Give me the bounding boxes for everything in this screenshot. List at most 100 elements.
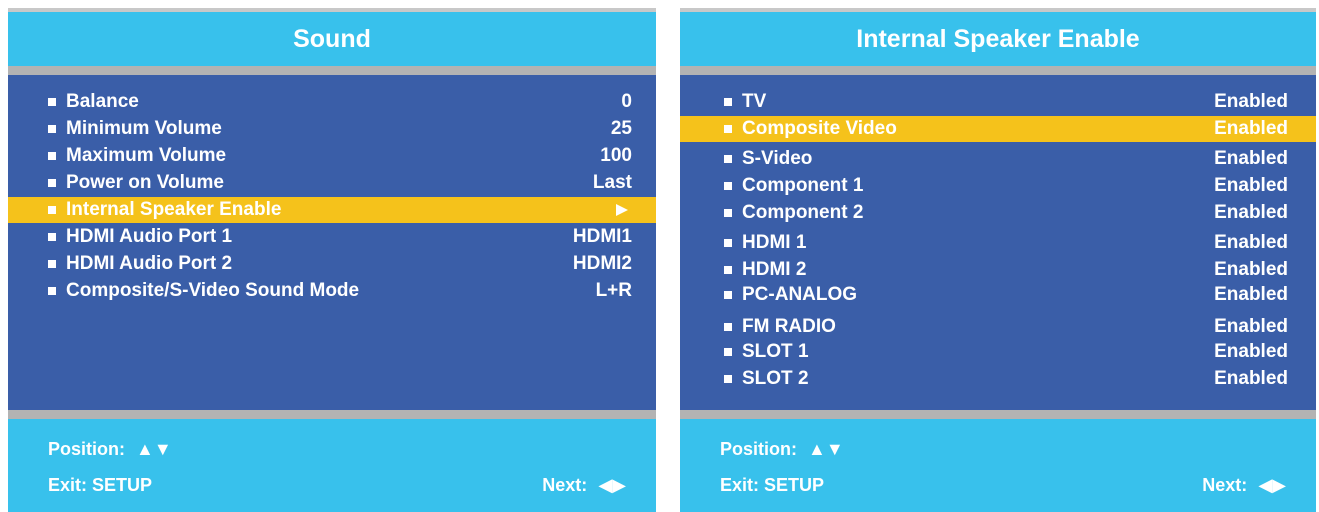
bullet-icon — [48, 287, 56, 295]
menu-item-label: Internal Speaker Enable — [66, 199, 282, 220]
sound-menu-panel: Sound Balance 0 Minimum Volume 25 Maximu… — [8, 8, 656, 512]
menu-item-component-2[interactable]: Component 2 Enabled — [680, 200, 1316, 226]
menu-item-label: FM RADIO — [742, 316, 836, 337]
bullet-icon — [724, 155, 732, 163]
bullet-icon — [724, 266, 732, 274]
menu-item-composite-svideo-sound-mode[interactable]: Composite/S-Video Sound Mode L+R — [8, 278, 656, 304]
menu-item-value: Enabled — [1214, 232, 1288, 253]
menu-item-internal-speaker-enable[interactable]: Internal Speaker Enable — [8, 197, 656, 223]
menu-item-label: HDMI Audio Port 2 — [66, 253, 233, 274]
separator — [680, 410, 1316, 419]
menu-item-label: HDMI 1 — [742, 232, 807, 253]
menu-item-hdmi-audio-port-1[interactable]: HDMI Audio Port 1 HDMI1 — [8, 224, 656, 250]
sound-menu-footer: Position: ▲▼ Exit: SETUP Next: ◀▶ — [8, 419, 656, 512]
menu-item-label: Composite Video — [742, 118, 897, 139]
menu-item-value: HDMI1 — [572, 226, 632, 247]
menu-item-balance[interactable]: Balance 0 — [8, 89, 656, 115]
sound-menu-title: Sound — [8, 12, 656, 66]
bullet-icon — [724, 348, 732, 356]
separator — [8, 410, 656, 419]
menu-item-value: L+R — [595, 280, 632, 301]
menu-item-maximum-volume[interactable]: Maximum Volume 100 — [8, 143, 656, 169]
position-hint: Position: ▲▼ — [720, 439, 844, 460]
menu-item-value: Enabled — [1214, 118, 1288, 139]
bullet-icon — [48, 260, 56, 268]
bullet-icon — [724, 98, 732, 106]
menu-item-value: Enabled — [1214, 91, 1288, 112]
bullet-icon — [48, 179, 56, 187]
menu-item-label: Power on Volume — [66, 172, 225, 193]
sound-menu-list: Balance 0 Minimum Volume 25 Maximum Volu… — [8, 75, 656, 410]
menu-item-label: SLOT 2 — [742, 368, 809, 389]
position-label: Position: — [48, 439, 125, 459]
bullet-icon — [48, 98, 56, 106]
bullet-icon — [48, 152, 56, 160]
position-label: Position: — [720, 439, 797, 459]
left-right-arrows-icon: ◀▶ — [598, 475, 626, 495]
menu-item-tv[interactable]: TV Enabled — [680, 89, 1316, 115]
menu-item-hdmi-1[interactable]: HDMI 1 Enabled — [680, 230, 1316, 256]
menu-item-label: SLOT 1 — [742, 341, 809, 362]
menu-item-label: Composite/S-Video Sound Mode — [66, 280, 360, 301]
submenu-arrow-icon — [616, 204, 628, 216]
menu-item-label: Maximum Volume — [66, 145, 227, 166]
up-down-arrows-icon: ▲▼ — [808, 439, 844, 459]
bullet-icon — [48, 206, 56, 214]
menu-item-fm-radio[interactable]: FM RADIO Enabled — [680, 314, 1316, 340]
up-down-arrows-icon: ▲▼ — [136, 439, 172, 459]
separator — [680, 66, 1316, 75]
bullet-icon — [724, 209, 732, 217]
menu-item-value: Enabled — [1214, 284, 1288, 305]
position-hint: Position: ▲▼ — [48, 439, 172, 460]
menu-item-s-video[interactable]: S-Video Enabled — [680, 146, 1316, 172]
menu-item-slot-2[interactable]: SLOT 2 Enabled — [680, 366, 1316, 392]
menu-item-label: TV — [742, 91, 767, 112]
menu-item-value: 100 — [600, 145, 632, 166]
menu-item-label: Balance — [66, 91, 139, 112]
menu-item-value: Last — [592, 172, 632, 193]
menu-item-value: Enabled — [1214, 202, 1288, 223]
speaker-menu-panel: Internal Speaker Enable TV Enabled Compo… — [680, 8, 1316, 512]
separator — [8, 66, 656, 75]
menu-item-value: 25 — [610, 118, 632, 139]
menu-item-label: PC-ANALOG — [742, 284, 858, 305]
left-right-arrows-icon: ◀▶ — [1258, 475, 1286, 495]
menu-item-pc-analog[interactable]: PC-ANALOG Enabled — [680, 282, 1316, 308]
menu-item-power-on-volume[interactable]: Power on Volume Last — [8, 170, 656, 196]
menu-item-value: Enabled — [1214, 368, 1288, 389]
menu-item-label: Component 2 — [742, 202, 864, 223]
next-label: Next: — [542, 475, 588, 495]
menu-item-value: Enabled — [1214, 148, 1288, 169]
speaker-menu-list: TV Enabled Composite Video Enabled S-Vid… — [680, 75, 1316, 410]
next-hint: Next: ◀▶ — [542, 475, 626, 496]
bullet-icon — [724, 182, 732, 190]
next-label: Next: — [1202, 475, 1248, 495]
bullet-icon — [48, 125, 56, 133]
menu-item-label: HDMI 2 — [742, 259, 807, 280]
menu-item-label: Minimum Volume — [66, 118, 222, 139]
menu-item-label: HDMI Audio Port 1 — [66, 226, 233, 247]
speaker-menu-footer: Position: ▲▼ Exit: SETUP Next: ◀▶ — [680, 419, 1316, 512]
menu-item-hdmi-2[interactable]: HDMI 2 Enabled — [680, 257, 1316, 283]
bullet-icon — [724, 323, 732, 331]
menu-item-value: HDMI2 — [572, 253, 632, 274]
bullet-icon — [724, 375, 732, 383]
menu-item-hdmi-audio-port-2[interactable]: HDMI Audio Port 2 HDMI2 — [8, 251, 656, 277]
bullet-icon — [724, 239, 732, 247]
exit-hint: Exit: SETUP — [48, 475, 153, 495]
bullet-icon — [724, 125, 732, 133]
next-hint: Next: ◀▶ — [1202, 475, 1286, 496]
menu-item-value: 0 — [621, 91, 632, 112]
menu-item-composite-video[interactable]: Composite Video Enabled — [680, 116, 1316, 142]
exit-hint: Exit: SETUP — [720, 475, 825, 495]
menu-item-label: S-Video — [742, 148, 813, 169]
menu-item-value: Enabled — [1214, 316, 1288, 337]
menu-item-label: Component 1 — [742, 175, 864, 196]
menu-item-minimum-volume[interactable]: Minimum Volume 25 — [8, 116, 656, 142]
menu-item-slot-1[interactable]: SLOT 1 Enabled — [680, 339, 1316, 365]
bullet-icon — [48, 233, 56, 241]
menu-item-value: Enabled — [1214, 259, 1288, 280]
bullet-icon — [724, 291, 732, 299]
speaker-menu-title: Internal Speaker Enable — [680, 12, 1316, 66]
menu-item-component-1[interactable]: Component 1 Enabled — [680, 173, 1316, 199]
